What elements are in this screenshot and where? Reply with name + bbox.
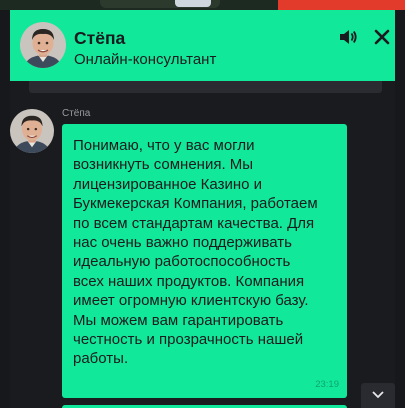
- message-line: нас очень важно поддерживать: [73, 234, 292, 252]
- background-decoration: [278, 0, 405, 10]
- scroll-down-button[interactable]: [361, 383, 395, 408]
- consultant-avatar: [20, 22, 66, 73]
- message-line: Понимаю, что у вас могли: [73, 137, 255, 154]
- message-line: идеальную работоспособность: [73, 253, 291, 271]
- message-line: имеет огромную клиентскую базу.: [73, 292, 309, 310]
- message-line: лицензированное Казино и: [73, 175, 263, 193]
- message-bubble: Понимаю, что у вас могли возникнуть сомн…: [62, 124, 347, 398]
- message-timestamp: 23:19: [315, 379, 339, 390]
- message-line: работы.: [73, 350, 129, 368]
- message-avatar: [10, 109, 54, 158]
- message-line: честность и прозрачность нашей: [73, 331, 304, 349]
- message-line: Букмекерская Компания, работаем: [73, 195, 318, 213]
- message-sender: Стёпа: [62, 108, 91, 119]
- chat-widget: Стёпа Онлайн-консультант Стёпа Понимаю, …: [10, 10, 395, 408]
- message-line: по всем стандартам качества. Для: [73, 214, 315, 232]
- consultant-status: Онлайн-консультант: [74, 51, 217, 68]
- background-page-strip: [0, 0, 405, 10]
- message-text: Понимаю, что у вас могли возникнуть сомн…: [73, 136, 339, 369]
- message-line: Мы можем вам гарантировать: [73, 311, 284, 329]
- close-icon[interactable]: [374, 29, 390, 50]
- speaker-volume-icon[interactable]: [338, 28, 358, 51]
- message-line: всех наших продуктов. Компания: [73, 272, 305, 290]
- background-decoration: [175, 0, 211, 7]
- message-list[interactable]: Стёпа Понимаю, что у вас могли возникнут…: [10, 100, 395, 408]
- chevron-down-icon: [372, 391, 384, 399]
- consultant-name: Стёпа: [74, 28, 126, 48]
- chat-header: Стёпа Онлайн-консультант: [10, 10, 395, 81]
- message-line: возникнуть сомнения. Мы: [73, 156, 254, 174]
- history-strip: [29, 81, 382, 93]
